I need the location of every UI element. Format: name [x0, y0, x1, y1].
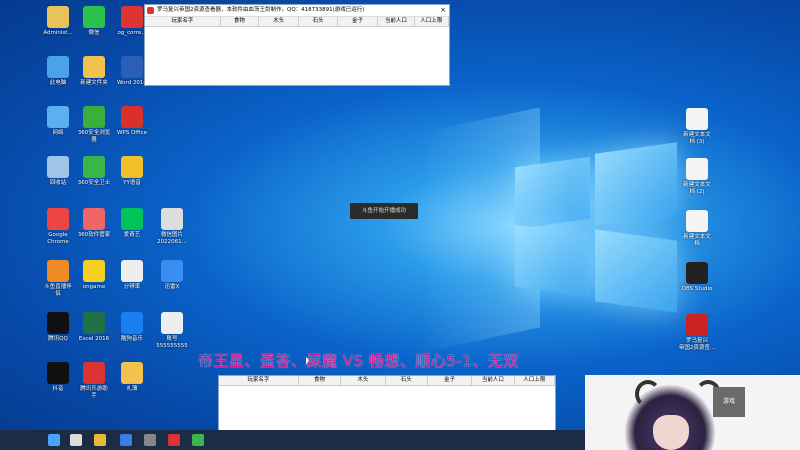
- window-title: 罗马复兴帝国2资源查看器，本软件由血茨王剑制作。QQ：418733891(游戏已…: [157, 7, 365, 13]
- desktop-icon[interactable]: 罗马复兴 帝国2资源查...: [675, 314, 719, 352]
- recycle-bin-icon: [47, 156, 69, 178]
- desktop-icon-label: 账号 555555555: [156, 336, 188, 349]
- folder-icon: [121, 362, 143, 384]
- toast-notification: 斗鱼开始开播成功: [350, 203, 418, 219]
- yy-icon: [121, 156, 143, 178]
- douyu-icon: [47, 260, 69, 282]
- browser-360-icon: [83, 106, 105, 128]
- column-header[interactable]: 金子: [338, 17, 379, 26]
- kugou-icon: [121, 312, 143, 334]
- column-header[interactable]: 当前人口: [472, 376, 515, 385]
- word-icon: [121, 56, 143, 78]
- streamer-camera: 游戏: [585, 375, 800, 450]
- app-blue-icon[interactable]: [120, 434, 132, 446]
- desktop-icon[interactable]: 新建文本文 档: [675, 210, 719, 248]
- avatar-face: [653, 415, 689, 450]
- text-doc-icon: [686, 210, 708, 232]
- column-header[interactable]: 食物: [299, 376, 342, 385]
- app-icon: [147, 7, 154, 14]
- wechat-icon: [83, 6, 105, 28]
- column-header[interactable]: 食物: [221, 17, 260, 26]
- desktop-icon[interactable]: 账号 555555555: [150, 312, 194, 350]
- mouse-cursor: [306, 357, 309, 365]
- wps-icon: [121, 106, 143, 128]
- column-header[interactable]: 玩家名字: [145, 17, 221, 26]
- desktop-icon-label: OBS Studio: [681, 286, 713, 292]
- match-overlay-text: 帝王星、蛋答、屎魔 VS 畅想、顺心5-1、无双: [198, 352, 519, 370]
- douyin-icon: [47, 362, 69, 384]
- desktop: Administ... 微信 og_corre... 此电脑 新建文件夹 Word 201…: [0, 0, 800, 450]
- desktop-icon[interactable]: 迅雷X: [150, 260, 194, 291]
- app-red-icon[interactable]: [168, 434, 180, 446]
- close-button[interactable]: ×: [440, 5, 446, 16]
- guard-360-icon: [83, 156, 105, 178]
- windows-start-icon[interactable]: [48, 434, 60, 446]
- folder-icon: [83, 56, 105, 78]
- obs-icon: [686, 262, 708, 284]
- desktop-icon[interactable]: WPS Office: [110, 106, 154, 137]
- table-header: 玩家名字 食物 木头 石头 金子 当前人口 人口上限: [219, 376, 556, 386]
- search-icon[interactable]: [70, 434, 82, 446]
- column-header[interactable]: 玩家名字: [219, 376, 299, 385]
- rome-app-icon: [686, 314, 708, 336]
- column-header[interactable]: 木头: [259, 17, 300, 26]
- app-yellow-icon[interactable]: [94, 434, 106, 446]
- desktop-icon-label: WPS Office: [116, 130, 148, 136]
- column-header[interactable]: 人口上限: [515, 376, 556, 385]
- desktop-icon[interactable]: 酷狗音乐: [110, 312, 154, 343]
- desktop-icon[interactable]: 爱奇艺: [110, 208, 154, 239]
- windows-logo: [505, 140, 685, 313]
- jpg-file-icon: [161, 208, 183, 230]
- desktop-icon[interactable]: YY语音: [110, 156, 154, 187]
- desktop-icon[interactable]: 新建文本文 档 (2): [675, 158, 719, 196]
- streamer-badge: 游戏: [713, 387, 745, 417]
- desktop-icon-label: 迅雷X: [164, 284, 180, 290]
- excel-icon: [83, 312, 105, 334]
- column-header[interactable]: 石头: [299, 17, 338, 26]
- file-icon: [121, 260, 143, 282]
- ongame-icon: [83, 260, 105, 282]
- text-doc-icon: [686, 108, 708, 130]
- desktop-icon-label: 微信图片 2022061...: [157, 232, 187, 245]
- app-dark-icon[interactable]: [144, 434, 156, 446]
- horn-left: [635, 380, 661, 408]
- desktop-icon[interactable]: 分辨率: [110, 260, 154, 291]
- desktop-icon-label: 礼薄: [126, 386, 138, 392]
- network-icon: [47, 106, 69, 128]
- text-doc-icon: [686, 158, 708, 180]
- desktop-icon-label: 酷狗音乐: [120, 336, 143, 342]
- iqiyi-icon: [121, 208, 143, 230]
- xunlei-icon: [161, 260, 183, 282]
- resource-viewer-window-top[interactable]: 罗马复兴帝国2资源查看器，本软件由血茨王剑制作。QQ：418733891(游戏已…: [144, 4, 450, 86]
- window-title-bar[interactable]: 罗马复兴帝国2资源查看器，本软件由血茨王剑制作。QQ：418733891(游戏已…: [145, 5, 449, 17]
- desktop-icon-label: 新建文本文 档: [683, 234, 711, 247]
- chrome-icon: [47, 208, 69, 230]
- leyou-icon: [83, 362, 105, 384]
- app-green-icon[interactable]: [192, 434, 204, 446]
- desktop-icon-label: 分辨率: [123, 284, 141, 290]
- column-header[interactable]: 人口上限: [415, 17, 450, 26]
- column-header[interactable]: 木头: [341, 376, 386, 385]
- og-icon: [121, 6, 143, 28]
- column-header[interactable]: 金子: [428, 376, 473, 385]
- text-file-icon: [161, 312, 183, 334]
- computer-icon: [47, 56, 69, 78]
- desktop-icon[interactable]: 礼薄: [110, 362, 154, 393]
- desktop-icon-label: 新建文本文 档 (2): [683, 182, 711, 195]
- user-folder-icon: [47, 6, 69, 28]
- table-header: 玩家名字 食物 木头 石头 金子 当前人口 人口上限: [145, 17, 450, 27]
- desktop-icon[interactable]: 微信图片 2022061...: [150, 208, 194, 246]
- desktop-icon-label: 爱奇艺: [123, 232, 141, 238]
- column-header[interactable]: 当前人口: [378, 17, 415, 26]
- column-header[interactable]: 石头: [386, 376, 428, 385]
- qq-icon: [47, 312, 69, 334]
- desktop-icon-label: 新建文本文 档 (3): [683, 132, 711, 145]
- desktop-icon[interactable]: 新建文本文 档 (3): [675, 108, 719, 146]
- desktop-icon[interactable]: OBS Studio: [675, 262, 719, 293]
- softmgr-360-icon: [83, 208, 105, 230]
- desktop-icon-label: 罗马复兴 帝国2资源查...: [678, 338, 716, 351]
- desktop-icon-label: YY语音: [123, 180, 141, 186]
